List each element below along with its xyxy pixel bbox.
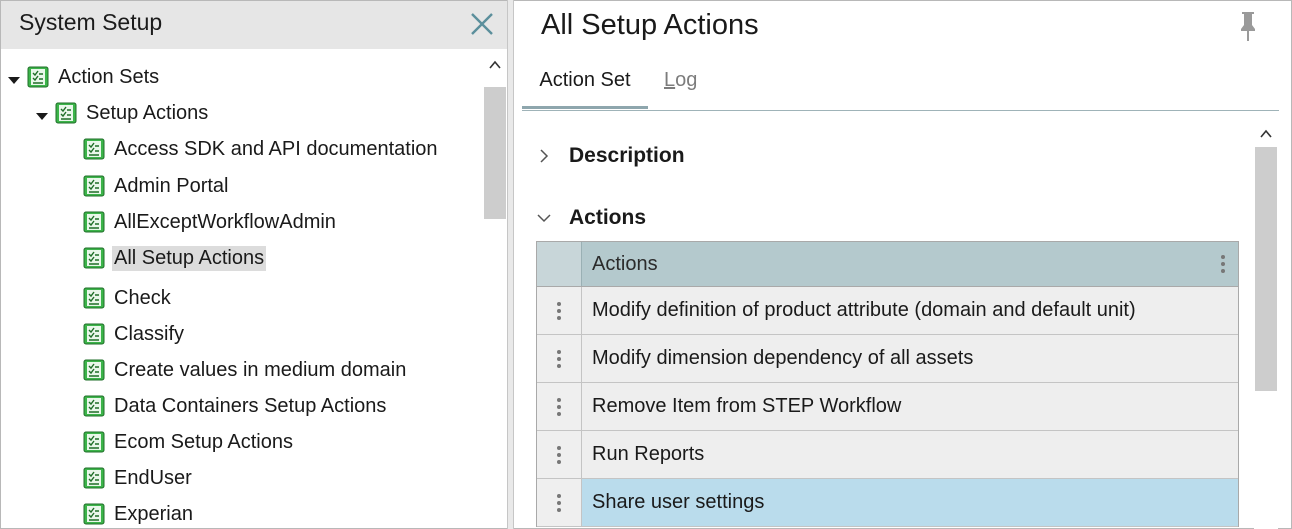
tree-node-label: Admin Portal: [114, 174, 229, 197]
row-drag-handle-icon[interactable]: [537, 287, 582, 334]
table-row[interactable]: Run Reports: [537, 431, 1238, 479]
table-cell[interactable]: Share user settings: [582, 479, 1238, 526]
action-set-icon: [83, 138, 105, 160]
tree-node-leaf[interactable]: AllExceptWorkflowAdmin: [63, 207, 338, 237]
table-cell[interactable]: Modify definition of product attribute (…: [582, 287, 1238, 334]
action-set-icon: [83, 175, 105, 197]
panel-title: System Setup: [19, 9, 163, 35]
expand-arrow-icon[interactable]: [35, 106, 49, 120]
chevron-right-icon: [540, 149, 549, 163]
table-cell[interactable]: Modify dimension dependency of all asset…: [582, 335, 1238, 382]
setup-tree: Action Sets Setup Actions Access SDK and…: [1, 49, 483, 528]
tree-node-leaf[interactable]: Admin Portal: [63, 171, 231, 201]
action-set-icon: [27, 66, 49, 88]
tree-node-selected[interactable]: All Setup Actions: [63, 243, 267, 273]
tree-node-leaf[interactable]: Experian: [63, 499, 195, 528]
action-set-icon: [83, 467, 105, 489]
action-set-icon: [83, 323, 105, 345]
tree-node-label: Classify: [114, 322, 185, 345]
grid-header: Actions: [537, 241, 1238, 287]
table-row-highlighted[interactable]: Share user settings: [537, 479, 1238, 527]
scroll-up-icon[interactable]: [483, 49, 507, 79]
action-set-icon: [83, 395, 105, 417]
tree-node-leaf[interactable]: Access SDK and API documentation: [63, 134, 440, 164]
tab-content: Description Actions Actions Modify defin…: [522, 119, 1254, 529]
chevron-down-icon: [537, 214, 551, 223]
table-cell[interactable]: Remove Item from STEP Workflow: [582, 383, 1238, 430]
table-row[interactable]: Remove Item from STEP Workflow: [537, 383, 1238, 431]
expand-arrow-icon[interactable]: [7, 70, 21, 84]
tree-node-setup-actions[interactable]: Setup Actions: [35, 98, 210, 128]
action-set-icon: [83, 287, 105, 309]
action-set-icon: [83, 211, 105, 233]
tree-node-label: Experian: [114, 502, 193, 525]
row-drag-handle-icon[interactable]: [537, 335, 582, 382]
row-drag-handle-icon[interactable]: [537, 431, 582, 478]
tree-node-label: Ecom Setup Actions: [114, 430, 293, 453]
tree-node-leaf[interactable]: Data Containers Setup Actions: [63, 391, 388, 421]
action-set-icon: [83, 503, 105, 525]
tree-node-leaf[interactable]: Create values in medium domain: [63, 355, 408, 385]
description-section-label: Description: [569, 144, 685, 167]
tree-node-label: Data Containers Setup Actions: [114, 394, 387, 417]
tree-node-label: AllExceptWorkflowAdmin: [114, 210, 336, 233]
tree-node-leaf[interactable]: Check: [63, 283, 173, 313]
content-scrollbar[interactable]: [1254, 119, 1278, 529]
tree-node-leaf[interactable]: EndUser: [63, 463, 194, 493]
tree-node-action-sets[interactable]: Action Sets: [7, 62, 161, 92]
actions-section-label: Actions: [569, 206, 647, 229]
scrollbar-thumb[interactable]: [484, 87, 506, 219]
tree-scrollbar[interactable]: [483, 49, 507, 528]
description-section-toggle[interactable]: Description: [536, 141, 685, 171]
tab-action-set[interactable]: Action Set: [522, 63, 648, 109]
row-drag-handle-icon[interactable]: [537, 383, 582, 430]
table-row[interactable]: Modify dimension dependency of all asset…: [537, 335, 1238, 383]
tab-bar: Action Set Log: [522, 63, 1279, 111]
tree-node-label: Create values in medium domain: [114, 358, 407, 381]
tree-node-leaf[interactable]: Classify: [63, 319, 186, 349]
actions-section-toggle[interactable]: Actions: [536, 203, 646, 233]
tab-log[interactable]: Log: [664, 63, 704, 109]
tree-node-label: Access SDK and API documentation: [114, 137, 438, 160]
action-set-icon: [83, 359, 105, 381]
tree-node-leaf[interactable]: Ecom Setup Actions: [63, 427, 295, 457]
pin-icon[interactable]: [1236, 9, 1260, 43]
table-cell[interactable]: Run Reports: [582, 431, 1238, 478]
panel-splitter[interactable]: [507, 0, 514, 529]
table-row[interactable]: Modify definition of product attribute (…: [537, 287, 1238, 335]
column-header-actions[interactable]: Actions: [582, 242, 1208, 286]
tab-log-mnemonic: L: [664, 69, 676, 91]
tab-log-rest: og: [675, 69, 698, 91]
column-menu-icon[interactable]: [1208, 242, 1238, 286]
actions-grid: Actions Modify definition of product att…: [536, 241, 1239, 527]
action-set-icon: [83, 247, 105, 269]
panel-header: System Setup: [1, 1, 507, 49]
system-setup-panel: System Setup Action Sets Setup Actions A…: [0, 0, 507, 529]
scrollbar-thumb[interactable]: [1255, 147, 1277, 391]
page-title: All Setup Actions: [541, 9, 759, 41]
scroll-up-icon[interactable]: [1254, 119, 1278, 149]
tree-node-label: All Setup Actions: [112, 245, 267, 271]
row-drag-handle-icon[interactable]: [537, 479, 582, 526]
action-set-editor: All Setup Actions Action Set Log Descrip…: [514, 0, 1292, 529]
tree-node-label: Setup Actions: [86, 101, 209, 124]
grid-corner: [537, 242, 582, 286]
close-icon[interactable]: [467, 9, 497, 39]
tree-node-label: Action Sets: [58, 65, 160, 88]
action-set-icon: [55, 102, 77, 124]
tree-node-label: EndUser: [114, 466, 192, 489]
action-set-icon: [83, 431, 105, 453]
tree-node-label: Check: [114, 286, 171, 309]
